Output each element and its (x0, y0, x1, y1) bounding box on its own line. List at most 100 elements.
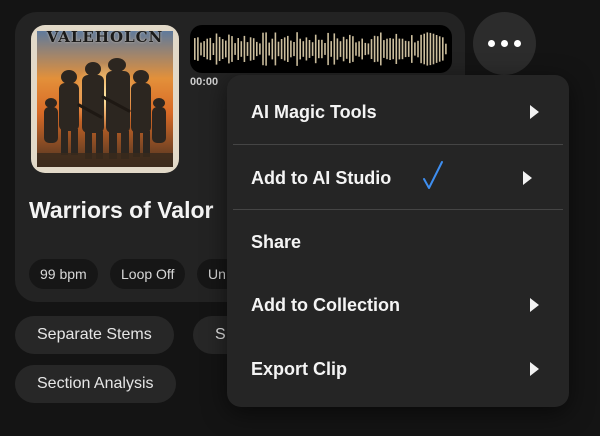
waveform-bar (370, 39, 373, 59)
menu-item-label: AI Magic Tools (251, 101, 377, 122)
waveform-bar (432, 33, 435, 65)
waveform-bar (352, 36, 354, 62)
waveform-bar (308, 40, 311, 58)
menu-item-label: Export Clip (251, 358, 348, 379)
waveform-bar (209, 37, 212, 61)
waveform-bar (401, 38, 404, 60)
waveform-bar (355, 42, 357, 56)
track-title: Warriors of Valor (29, 197, 214, 223)
album-cover[interactable]: VALEHOLCN (31, 25, 179, 173)
bpm-chip: 99 bpm (29, 259, 98, 289)
waveform-bar (243, 35, 246, 62)
waveform-bar (339, 41, 342, 57)
waveform-bar (386, 38, 388, 60)
waveform-bar (262, 32, 264, 66)
waveform-bar (345, 39, 348, 59)
waveform-bar (228, 34, 230, 64)
waveform-bar (200, 42, 202, 56)
menu-item-add-to-ai-studio[interactable]: Add to AI Studio (227, 147, 569, 209)
waveform-bar (321, 39, 323, 59)
waveform-bar (290, 40, 292, 58)
waveform-bar (311, 42, 314, 56)
menu-item-label: Add to Collection (251, 294, 400, 315)
waveform-bar (256, 41, 258, 57)
menu-divider (233, 144, 563, 145)
waveform-bar (376, 36, 379, 62)
loop-toggle-chip[interactable]: Loop Off (110, 259, 186, 289)
waveform-bar (271, 38, 274, 60)
waveform-bar (404, 40, 407, 58)
waveform-bar (392, 38, 394, 60)
waveform-bar (358, 41, 360, 57)
waveform-bar (423, 33, 425, 65)
waveform-bar (237, 38, 239, 60)
waveform-bar (283, 37, 286, 61)
cover-title-text: VALEHOLCN (46, 28, 164, 46)
waveform-bar (314, 34, 317, 64)
waveform-bar (231, 36, 233, 62)
waveform-bar (252, 38, 255, 60)
waveform-bar (203, 41, 205, 57)
checkmark-icon (423, 161, 443, 189)
waveform-bar (302, 41, 305, 57)
more-dot-icon (514, 40, 521, 47)
waveform-bar (197, 37, 199, 61)
waveform-bar (259, 43, 261, 55)
waveform-bar (268, 42, 270, 56)
more-dot-icon (488, 40, 495, 47)
waveform-bar (411, 35, 413, 63)
chevron-right-icon (530, 298, 539, 312)
waveform-bar (299, 38, 301, 60)
waveform-bar (305, 37, 308, 61)
waveform-bar (280, 39, 283, 60)
menu-item-add-to-collection[interactable]: Add to Collection (227, 274, 569, 336)
waveform-bar (333, 33, 336, 65)
waveform-bar (438, 36, 441, 62)
waveform-bar (212, 43, 215, 55)
waveform-bar (318, 39, 320, 59)
waveform-bar (445, 43, 447, 55)
cover-artwork (31, 25, 179, 173)
waveform-bar (218, 36, 221, 61)
waveform-graphic (194, 32, 447, 66)
waveform-bar (395, 33, 398, 64)
waveform-bar (330, 41, 332, 57)
chevron-right-icon (523, 171, 532, 185)
waveform-bar (429, 32, 432, 66)
waveform-bar (367, 43, 370, 55)
waveform-bar (287, 35, 289, 62)
waveform-bar (277, 41, 280, 57)
waveform-bar (194, 38, 196, 60)
waveform-bar (342, 36, 345, 62)
more-options-button[interactable] (473, 12, 536, 75)
waveform-bar (327, 32, 329, 66)
waveform-bar (293, 42, 295, 57)
separate-stems-button[interactable]: Separate Stems (15, 316, 174, 354)
section-analysis-button[interactable]: Section Analysis (15, 365, 176, 403)
waveform-bar (240, 41, 243, 57)
chevron-right-icon (530, 105, 539, 119)
menu-item-label: Share (251, 231, 302, 252)
waveform-bar (249, 37, 252, 61)
waveform-bar (336, 38, 339, 60)
waveform[interactable] (190, 25, 452, 73)
waveform-bar (435, 35, 438, 63)
menu-item-share[interactable]: Share (227, 211, 569, 273)
waveform-bar (225, 40, 227, 58)
waveform-bar (417, 40, 419, 58)
waveform-bar (389, 38, 391, 60)
chevron-right-icon (530, 362, 539, 376)
waveform-bar (246, 42, 249, 56)
waveform-bar (324, 43, 326, 55)
waveform-bar (349, 34, 351, 64)
menu-item-ai-magic-tools[interactable]: AI Magic Tools (227, 81, 569, 143)
waveform-bar (265, 32, 267, 66)
menu-divider (233, 209, 563, 210)
waveform-bar (234, 43, 236, 55)
context-menu: AI Magic Tools Add to AI Studio Share Ad… (227, 75, 569, 407)
waveform-bar (364, 42, 367, 56)
waveform-bar (380, 32, 382, 66)
waveform-bar (407, 41, 410, 57)
waveform-bar (383, 40, 385, 58)
menu-item-export-clip[interactable]: Export Clip (227, 338, 569, 400)
